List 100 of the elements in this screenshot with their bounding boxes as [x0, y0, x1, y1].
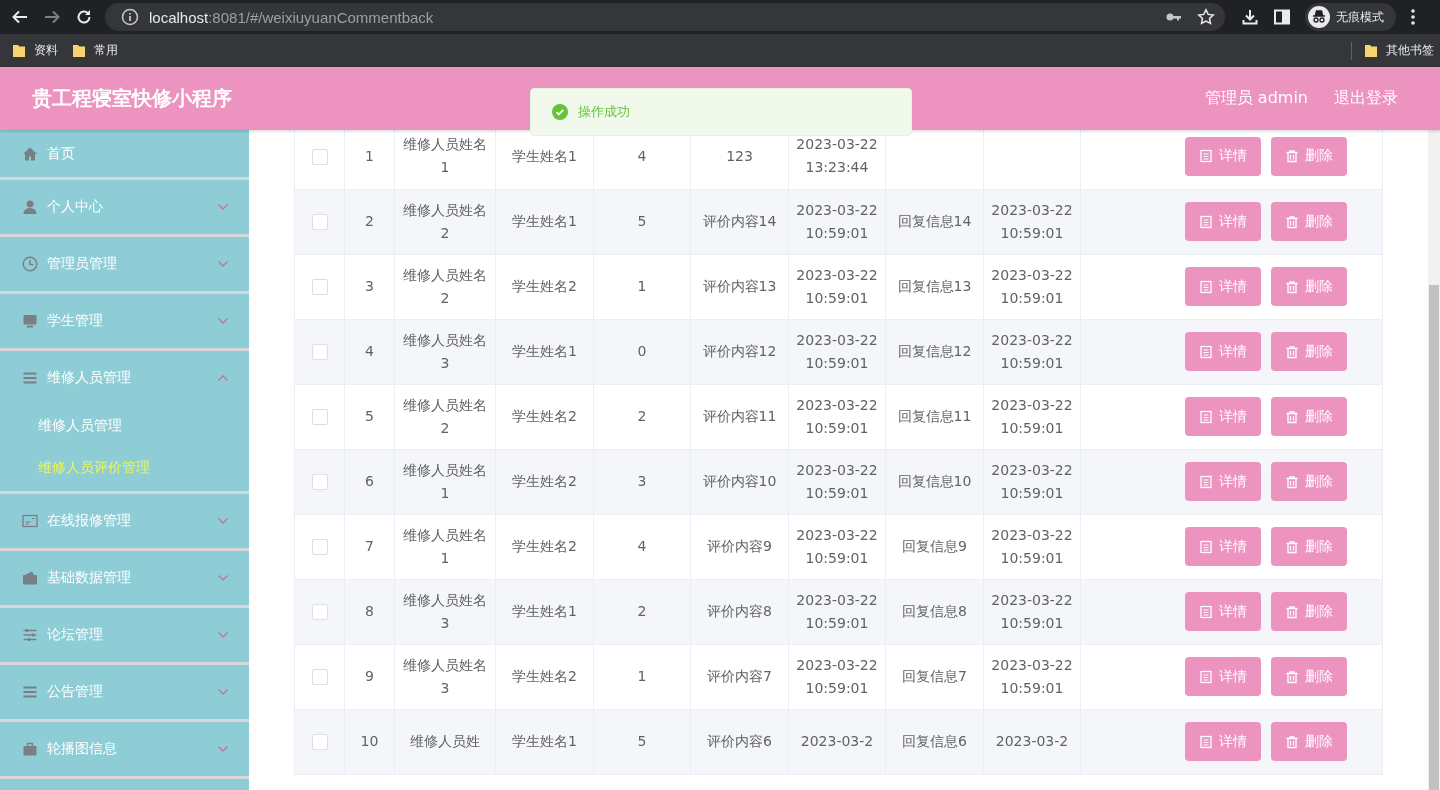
menu-icon[interactable] [1410, 8, 1416, 26]
folder-icon [72, 42, 86, 59]
submenu-item[interactable]: 维修人员管理 [0, 405, 249, 447]
delete-button[interactable]: 删除 [1270, 657, 1347, 696]
table-cell: 123 [726, 147, 753, 164]
row-checkbox[interactable] [311, 279, 328, 295]
download-icon[interactable] [1241, 8, 1259, 26]
row-number: 3 [365, 278, 374, 294]
document-icon [1198, 474, 1213, 489]
row-checkbox[interactable] [311, 344, 328, 360]
delete-button[interactable]: 删除 [1270, 592, 1347, 631]
scrollbar-thumb[interactable] [1429, 285, 1439, 790]
home-icon [22, 145, 38, 162]
info-icon[interactable] [121, 8, 139, 26]
sidebar-item[interactable]: 个人中心 [0, 180, 249, 234]
table-cell: 维修人员姓名1 [403, 526, 487, 566]
trash-icon [1284, 734, 1299, 749]
incognito-icon [1308, 6, 1330, 28]
table-cell: 维修人员姓名1 [403, 136, 487, 176]
list-icon [22, 684, 38, 700]
table-cell: 2023-03-22 10:59:01 [796, 201, 878, 241]
table-cell: 回复信息9 [902, 538, 967, 554]
sidebar-item[interactable]: 公告管理 [0, 665, 249, 719]
delete-button[interactable]: 删除 [1270, 527, 1347, 566]
check-circle-icon [552, 104, 568, 120]
table-cell: 学生姓名1 [512, 733, 577, 749]
table-cell: 2023-03-2 [995, 733, 1069, 749]
delete-button[interactable]: 删除 [1270, 462, 1347, 501]
table-cell: 维修人员姓名3 [403, 656, 487, 696]
wallet-icon [22, 570, 38, 586]
table-cell: 评价内容11 [702, 408, 777, 424]
row-checkbox[interactable] [311, 669, 328, 685]
detail-button[interactable]: 详情 [1184, 267, 1261, 306]
document-icon [1198, 279, 1213, 294]
row-checkbox[interactable] [311, 148, 328, 165]
back-icon[interactable] [11, 8, 29, 26]
sidebar-item[interactable]: 维修人员管理 [0, 351, 249, 405]
row-checkbox[interactable] [311, 474, 328, 490]
detail-button[interactable]: 详情 [1184, 136, 1261, 176]
table-cell: 5 [637, 213, 647, 229]
trash-icon [1284, 604, 1299, 619]
trash-icon [1284, 344, 1299, 359]
bookmark-folder[interactable]: 常用 [72, 42, 118, 59]
table-cell: 2023-03-22 10:59:01 [991, 266, 1073, 306]
detail-button[interactable]: 详情 [1184, 722, 1261, 761]
detail-button[interactable]: 详情 [1184, 462, 1261, 501]
incognito-badge[interactable]: 无痕模式 [1305, 3, 1396, 31]
table-cell: 2023-03-22 10:59:01 [796, 591, 878, 631]
table-cell: 评价内容10 [702, 473, 777, 489]
delete-button[interactable]: 删除 [1270, 136, 1347, 176]
table-cell: 2023-03-22 10:59:01 [796, 526, 878, 566]
table-cell: 2023-03-22 10:59:01 [796, 656, 878, 696]
forward-icon[interactable] [43, 8, 61, 26]
table-cell: 维修人员姓名3 [403, 331, 487, 371]
address-bar[interactable]: localhost:8081/#/weixiuyuanCommentback [105, 3, 1225, 31]
star-icon[interactable] [1197, 8, 1215, 26]
side-panel-icon[interactable] [1273, 8, 1291, 26]
trash-icon [1284, 149, 1299, 164]
id-card-icon [22, 513, 38, 529]
table-cell: 回复信息6 [902, 733, 967, 749]
detail-button[interactable]: 详情 [1184, 657, 1261, 696]
delete-button[interactable]: 删除 [1270, 332, 1347, 371]
row-checkbox[interactable] [311, 409, 328, 425]
row-checkbox[interactable] [311, 539, 328, 555]
delete-button[interactable]: 删除 [1270, 722, 1347, 761]
submenu-item[interactable]: 维修人员评价管理 [0, 447, 249, 489]
table-cell: 维修人员姓名2 [403, 201, 487, 241]
scrollbar[interactable] [1428, 130, 1440, 790]
bookmark-folder[interactable]: 资料 [12, 42, 58, 59]
bookmark-folder[interactable]: 其他书签 [1364, 42, 1434, 59]
row-checkbox[interactable] [311, 604, 328, 620]
detail-button[interactable]: 详情 [1184, 202, 1261, 241]
trash-icon [1284, 474, 1299, 489]
delete-button[interactable]: 删除 [1270, 202, 1347, 241]
sidebar-item[interactable]: 管理员管理 [0, 237, 249, 291]
row-checkbox[interactable] [311, 214, 328, 230]
detail-button[interactable]: 详情 [1184, 592, 1261, 631]
reload-icon[interactable] [75, 8, 93, 26]
sidebar-item[interactable]: 基础数据管理 [0, 551, 249, 605]
detail-button[interactable]: 详情 [1184, 527, 1261, 566]
delete-button[interactable]: 删除 [1270, 397, 1347, 436]
table-cell: 回复信息11 [897, 408, 972, 424]
logout-link[interactable]: 退出登录 [1334, 88, 1398, 109]
sidebar-item[interactable]: 首页 [0, 130, 249, 177]
detail-button[interactable]: 详情 [1184, 332, 1261, 371]
clock-icon [22, 256, 38, 272]
sidebar-item[interactable]: 轮播图信息 [0, 722, 249, 776]
sidebar-item[interactable]: 论坛管理 [0, 608, 249, 662]
row-checkbox[interactable] [311, 734, 328, 750]
row-number: 10 [360, 733, 379, 749]
document-icon [1198, 344, 1213, 359]
sidebar-item[interactable]: 在线报修管理 [0, 494, 249, 548]
sidebar-item[interactable]: 学生管理 [0, 294, 249, 348]
person-icon [22, 199, 38, 215]
detail-button[interactable]: 详情 [1184, 397, 1261, 436]
table-cell: 学生姓名2 [512, 278, 577, 294]
url-text: localhost:8081/#/weixiuyuanCommentback [149, 8, 434, 26]
delete-button[interactable]: 删除 [1270, 267, 1347, 306]
sliders-icon [22, 627, 38, 643]
row-number: 2 [365, 213, 374, 229]
